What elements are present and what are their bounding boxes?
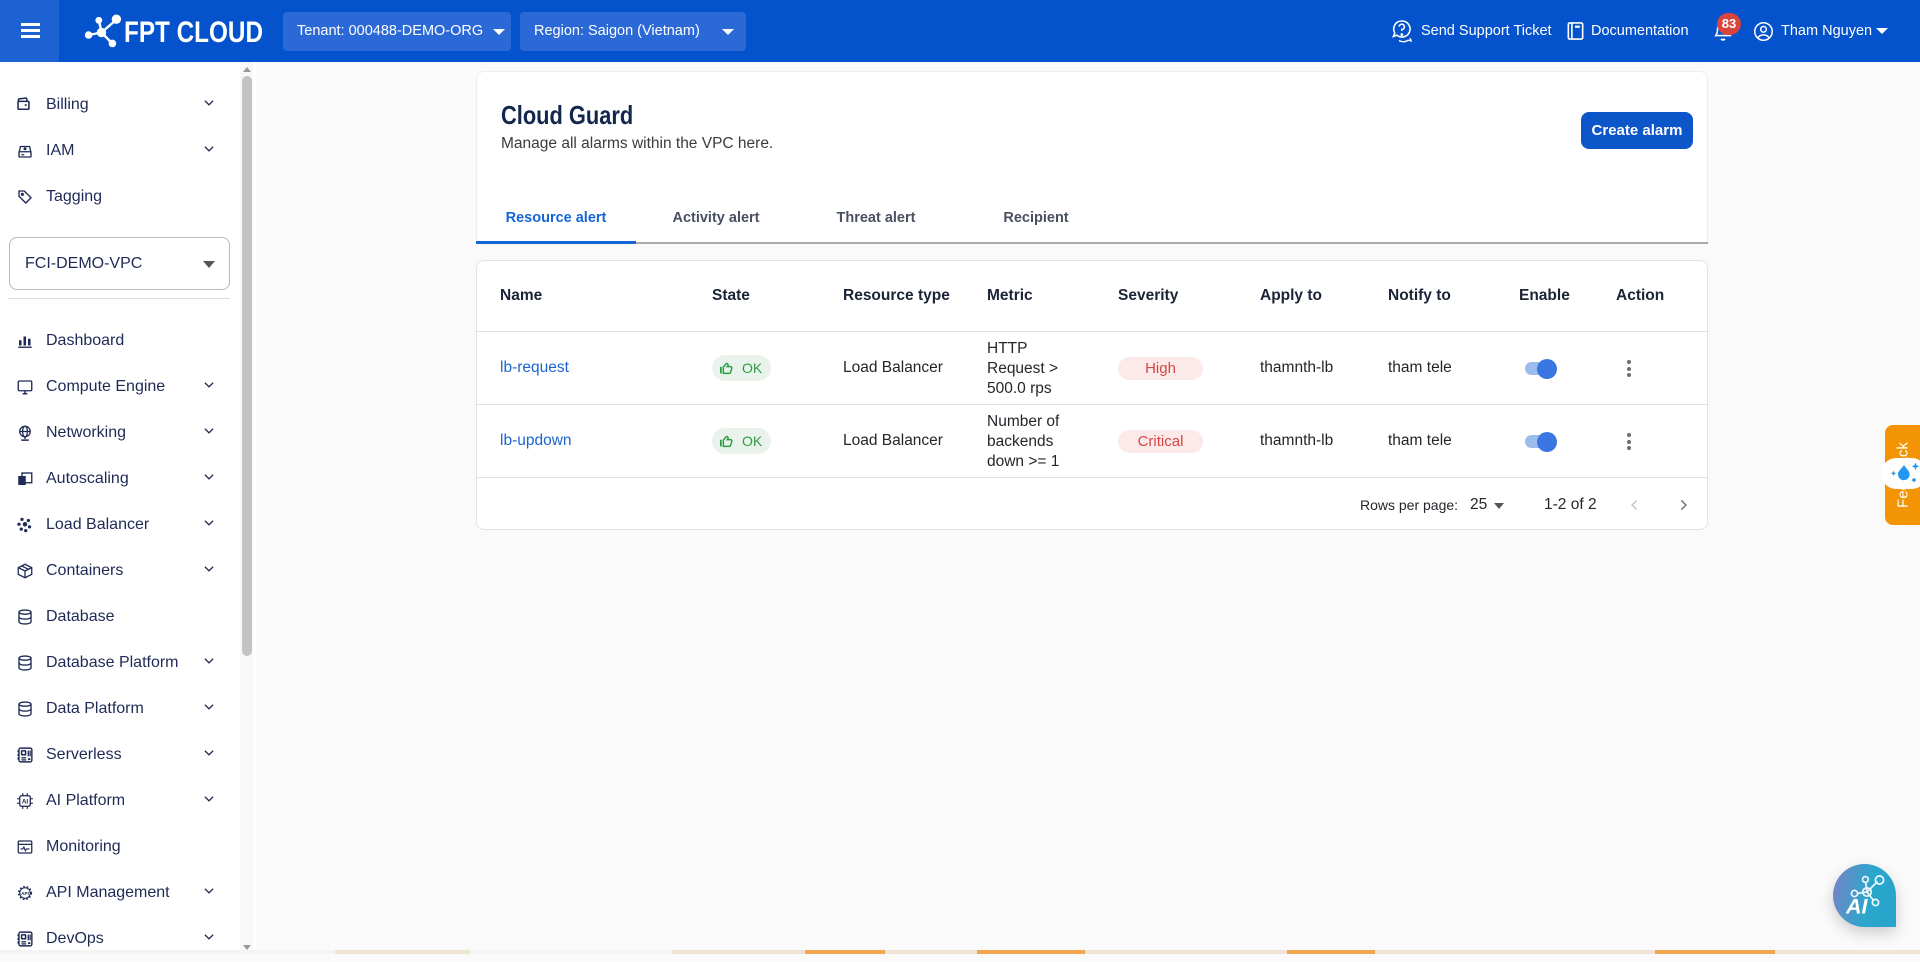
svg-text:API: API	[21, 891, 29, 897]
svg-text:AI: AI	[1845, 895, 1869, 919]
svg-text:FPT CLOUD: FPT CLOUD	[124, 16, 263, 49]
svg-text:AI: AI	[22, 799, 29, 806]
